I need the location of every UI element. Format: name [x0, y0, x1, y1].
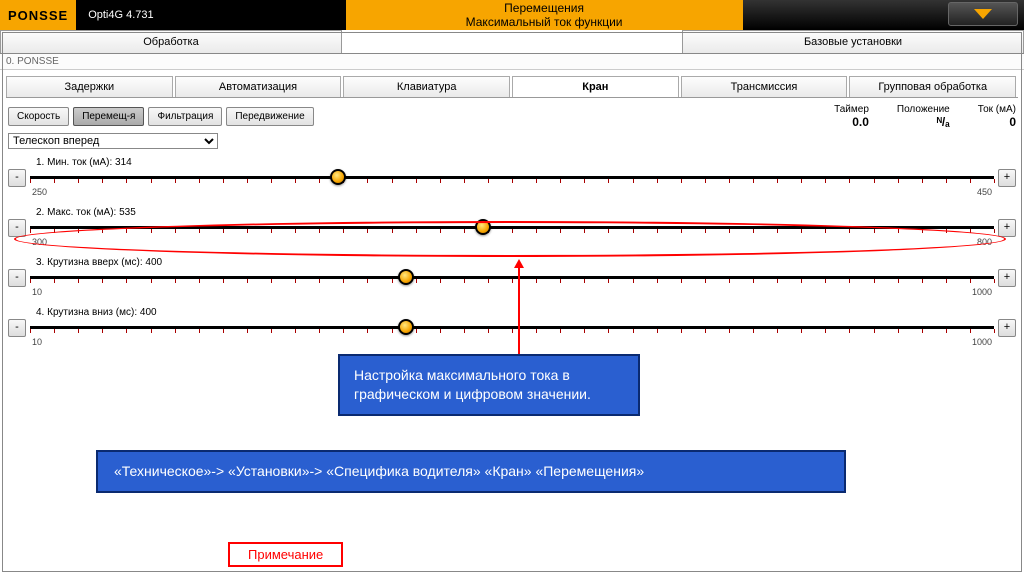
slider-label: 2. Макс. ток (мА): 535 — [36, 207, 1016, 218]
slider-label: 1. Мин. ток (мА): 314 — [36, 157, 1016, 168]
page-title: Перемещения Максимальный ток функции — [346, 0, 743, 30]
slider-label: 4. Крутизна вниз (мс): 400 — [36, 307, 1016, 318]
slider-min: 300 — [32, 237, 47, 247]
decrement-button[interactable]: - — [8, 219, 26, 237]
note-max-current: Настройка максимального тока в графическ… — [338, 354, 640, 416]
increment-button[interactable]: + — [998, 219, 1016, 237]
slider-max: 800 — [977, 237, 992, 247]
slider-max: 1000 — [972, 337, 992, 347]
slider-track[interactable] — [30, 221, 994, 235]
slider-min: 10 — [32, 337, 42, 347]
slider-row-1: 1. Мин. ток (мА): 314- +250 450 — [8, 157, 1016, 197]
slider-track[interactable] — [30, 171, 994, 185]
slider-max: 450 — [977, 187, 992, 197]
slider-knob[interactable] — [398, 319, 414, 335]
note-path: «Техническое»-> «Установки»-> «Специфика… — [96, 450, 846, 493]
decrement-button[interactable]: - — [8, 319, 26, 337]
slider-knob[interactable] — [398, 269, 414, 285]
slider-row-3: 3. Крутизна вверх (мс): 400- +10 1000 — [8, 257, 1016, 297]
slider-max: 1000 — [972, 287, 992, 297]
slider-row-2: 2. Макс. ток (мА): 535- +300 800 — [8, 207, 1016, 247]
topbar-right — [743, 0, 1024, 30]
version-label: Opti4G 4.731 — [76, 0, 165, 30]
slider-track[interactable] — [30, 271, 994, 285]
slider-row-4: 4. Крутизна вниз (мс): 400- +10 1000 — [8, 307, 1016, 347]
slider-min: 250 — [32, 187, 47, 197]
decrement-button[interactable]: - — [8, 169, 26, 187]
slider-knob[interactable] — [475, 219, 491, 235]
menu-button[interactable] — [948, 2, 1018, 26]
increment-button[interactable]: + — [998, 319, 1016, 337]
chevron-down-icon — [974, 9, 992, 19]
slider-track[interactable] — [30, 321, 994, 335]
increment-button[interactable]: + — [998, 269, 1016, 287]
brand-logo: PONSSE — [0, 0, 76, 30]
increment-button[interactable]: + — [998, 169, 1016, 187]
slider-label: 3. Крутизна вверх (мс): 400 — [36, 257, 1016, 268]
slider-min: 10 — [32, 287, 42, 297]
decrement-button[interactable]: - — [8, 269, 26, 287]
note-label: Примечание — [228, 542, 343, 567]
